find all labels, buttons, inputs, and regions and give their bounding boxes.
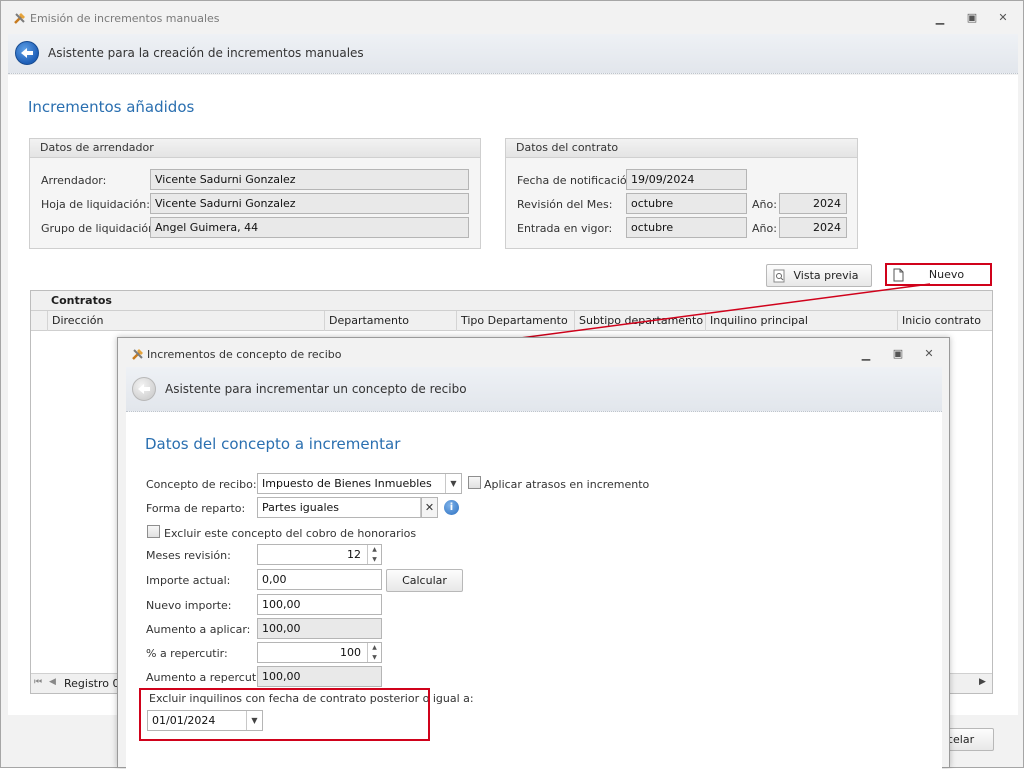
maximize-icon[interactable]: ▣ (890, 348, 906, 360)
prev-record-icon[interactable]: ◀ (49, 677, 56, 687)
spin-up-icon[interactable]: ▲ (368, 643, 381, 653)
months-value: 12 (347, 548, 361, 561)
settlement-group-label: Grupo de liquidación: (41, 222, 159, 235)
clear-x-icon[interactable]: ✕ (421, 497, 438, 518)
months-spinner[interactable]: 12 ▲ ▼ (257, 544, 382, 565)
back-arrow-icon[interactable] (132, 377, 156, 401)
percent-spin-buttons[interactable]: ▲ ▼ (367, 643, 381, 662)
dialog-section-title: Datos del concepto a incrementar (145, 435, 401, 453)
current-amount-label: Importe actual: (146, 574, 231, 587)
months-label: Meses revisión: (146, 549, 231, 562)
revision-year-field: 2024 (779, 193, 847, 214)
exclude-tenants-highlight (139, 688, 430, 741)
revision-year-label: Año: (752, 198, 777, 211)
dialog-wizard-header: Asistente para incrementar un concepto d… (126, 367, 942, 412)
distribution-select-value: Partes iguales (262, 501, 340, 514)
column-header-subtipo-departamento[interactable]: Subtipo departamento (574, 311, 705, 331)
entry-into-force-label: Entrada en vigor: (517, 222, 613, 235)
close-icon[interactable]: ✕ (921, 348, 937, 360)
landlord-group: Datos de arrendador Arrendador: Vicente … (29, 138, 481, 249)
pass-on-field: 100,00 (257, 666, 382, 687)
app-tool-icon (132, 349, 143, 360)
percent-value: 100 (340, 646, 361, 659)
notification-date-field: 19/09/2024 (626, 169, 747, 190)
months-spin-buttons[interactable]: ▲ ▼ (367, 545, 381, 564)
contract-group: Datos del contrato Fecha de notificación… (505, 138, 858, 249)
revision-month-label: Revisión del Mes: (517, 198, 613, 211)
calculate-button[interactable]: Calcular (386, 569, 463, 592)
section-title: Incrementos añadidos (28, 98, 195, 116)
pass-on-label: Aumento a repercutir: (146, 671, 268, 684)
info-icon[interactable]: i (444, 500, 459, 515)
first-record-icon[interactable]: ⏮ (34, 677, 42, 687)
landlord-field: Vicente Sadurni Gonzalez (150, 169, 469, 190)
new-amount-label: Nuevo importe: (146, 599, 232, 612)
back-arrow-icon[interactable] (15, 41, 39, 65)
grid-group-title: Contratos (51, 294, 112, 307)
spin-down-icon[interactable]: ▼ (368, 653, 381, 663)
current-amount-input[interactable]: 0,00 (257, 569, 382, 590)
app-tool-icon (14, 13, 25, 24)
column-header-tipo-departamento[interactable]: Tipo Departamento (456, 311, 574, 331)
contract-group-header: Datos del contrato (506, 139, 857, 158)
settlement-sheet-field: Vicente Sadurni Gonzalez (150, 193, 469, 214)
exclude-fees-checkbox[interactable] (147, 525, 160, 538)
entry-into-force-field: octubre (626, 217, 747, 238)
dialog-titlebar: Incrementos de concepto de recibo ▁ ▣ ✕ (118, 338, 949, 368)
concept-select-value: Impuesto de Bienes Inmuebles (262, 477, 432, 490)
percent-spinner[interactable]: 100 ▲ ▼ (257, 642, 382, 663)
increase-label: Aumento a aplicar: (146, 623, 251, 636)
apply-arrears-label: Aplicar atrasos en incremento (484, 478, 650, 491)
exclude-fees-label: Excluir este concepto del cobro de honor… (164, 527, 417, 540)
settlement-group-field: Angel Guimera, 44 (150, 217, 469, 238)
distribution-label: Forma de reparto: (146, 502, 246, 515)
preview-button-label: Vista previa (793, 269, 859, 282)
settlement-sheet-label: Hoja de liquidación: (41, 198, 150, 211)
main-wizard-header: Asistente para la creación de incremento… (8, 34, 1018, 74)
column-header-departamento[interactable]: Departamento (324, 311, 456, 331)
landlord-label: Arrendador: (41, 174, 107, 187)
concept-label: Concepto de recibo: (146, 478, 257, 491)
column-header-direccion[interactable]: Dirección (47, 311, 324, 331)
new-amount-input[interactable]: 100,00 (257, 594, 382, 615)
landlord-group-header: Datos de arrendador (30, 139, 480, 158)
grid-column-headers: Dirección Departamento Tipo Departamento… (31, 311, 992, 331)
apply-arrears-checkbox[interactable] (468, 476, 481, 489)
main-window-title: Emisión de incrementos manuales (30, 12, 220, 25)
minimize-icon[interactable]: ▁ (858, 349, 874, 361)
dialog-wizard-title: Asistente para incrementar un concepto d… (165, 382, 467, 396)
column-header-inicio-contrato[interactable]: Inicio contrato (897, 311, 993, 331)
maximize-icon[interactable]: ▣ (964, 12, 980, 24)
dropdown-arrow-icon[interactable]: ▼ (445, 474, 461, 493)
minimize-icon[interactable]: ▁ (932, 13, 948, 25)
preview-button[interactable]: Vista previa (766, 264, 872, 287)
spin-down-icon[interactable]: ▼ (368, 555, 381, 565)
spin-up-icon[interactable]: ▲ (368, 545, 381, 555)
notification-date-label: Fecha de notificación: (517, 174, 638, 187)
revision-month-field: octubre (626, 193, 747, 214)
percent-label: % a repercutir: (146, 647, 228, 660)
next-record-icon[interactable]: ▶ (979, 677, 986, 687)
main-titlebar: Emisión de incrementos manuales ▁ ▣ ✕ (1, 1, 1023, 35)
close-icon[interactable]: ✕ (995, 12, 1011, 24)
main-wizard-title: Asistente para la creación de incremento… (48, 46, 364, 60)
entry-year-field: 2024 (779, 217, 847, 238)
new-concept-highlight (885, 263, 992, 286)
dialog-title: Incrementos de concepto de recibo (147, 348, 342, 361)
grid-group-header: Contratos (31, 291, 992, 311)
distribution-select[interactable]: Partes iguales ▼ (257, 497, 437, 518)
increase-field: 100,00 (257, 618, 382, 639)
preview-icon (773, 269, 785, 283)
column-header-inquilino-principal[interactable]: Inquilino principal (705, 311, 897, 331)
entry-year-label: Año: (752, 222, 777, 235)
concept-select[interactable]: Impuesto de Bienes Inmuebles ▼ (257, 473, 462, 494)
